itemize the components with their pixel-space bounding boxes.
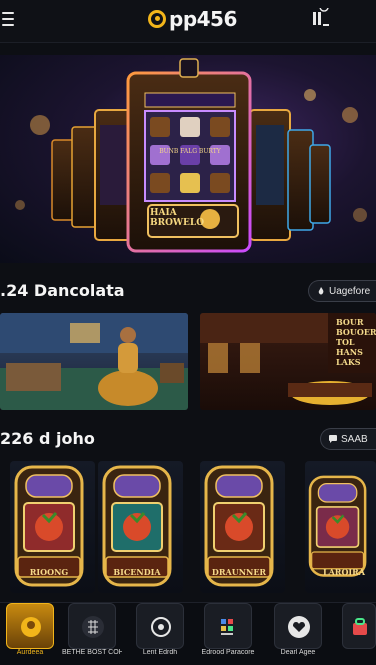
pause-icon[interactable] [310, 8, 332, 30]
bottom-nav-button[interactable] [6, 603, 54, 649]
bottom-nav-item[interactable]: BETHE BOST COHERE [62, 603, 122, 665]
heart-icon [288, 616, 310, 638]
bottom-nav-label: BETHE BOST COHERE [62, 649, 122, 656]
apps-icon [221, 619, 233, 635]
game-card-1[interactable] [0, 313, 188, 410]
logo[interactable]: pp456 [148, 7, 237, 31]
top-bar: pp456 [0, 0, 376, 43]
slot-game-name: BICENDIA [113, 567, 161, 577]
bottom-nav-label: Aurdeea [16, 649, 44, 656]
slot-game-name: DRAUNNER [211, 567, 267, 577]
hamburger-icon[interactable] [2, 12, 14, 26]
bottom-nav-item[interactable] [336, 603, 376, 665]
flame-icon [318, 287, 324, 295]
bottom-nav-label: Dearl Agee [280, 649, 316, 656]
slot-game-name: RIOONG [29, 567, 69, 577]
bag-icon [353, 618, 367, 635]
bottom-nav-button[interactable] [136, 603, 184, 649]
slot-game-name: LAROIRA [322, 567, 366, 577]
bottom-nav-item[interactable]: Lent Edrdh [130, 603, 190, 665]
logo-mark-icon [148, 10, 166, 28]
slot-game-card[interactable]: BICENDIA [98, 461, 183, 593]
bottom-nav-item[interactable]: Edrood Paracore [198, 603, 258, 665]
bottom-nav-item[interactable]: Dearl Agee [268, 603, 328, 665]
hero-banner[interactable]: BUNB FALG BURTY HAIA BROWELO HAIA BROWEL… [0, 55, 376, 263]
section-title-1: .24 Dancolata [0, 281, 125, 300]
section-title-2: 226 d joho [0, 429, 95, 448]
bottom-nav-button[interactable] [204, 603, 252, 649]
slot-game-card[interactable]: RIOONG [10, 461, 95, 593]
section2-action-button[interactable]: SAAB [320, 428, 376, 450]
bottom-nav-button[interactable] [68, 603, 116, 649]
home-gold-icon [21, 617, 41, 637]
game-card-2[interactable]: BOUR BOUOER TOL HANS LAKS [200, 313, 376, 410]
section1-button-label: Uagefore [329, 285, 371, 297]
slot-game-card[interactable]: LAROIRA [305, 461, 376, 593]
section1-action-button[interactable]: Uagefore [308, 280, 376, 302]
bottom-nav-label: Lent Edrdh [142, 649, 178, 656]
game-card-1-image [0, 313, 188, 410]
bottom-navigation: Aurdeea BETHE BOST COHERE Lent Edrdh Edrood… [0, 602, 376, 665]
hero-sign-top: BUNB FALG BURTY [159, 148, 221, 155]
game-card-2-text: BOUR BOUOER TOL HANS LAKS [336, 317, 376, 367]
section2-button-label: SAAB [341, 433, 368, 445]
grid-icon [82, 616, 104, 638]
bottom-nav-button[interactable] [274, 603, 322, 649]
hero-illustration [15, 58, 367, 253]
bottom-nav-label: Edrood Paracore [201, 649, 255, 656]
settings-icon [151, 617, 171, 637]
hero-sign-main-display: HAIA BROWELO [150, 208, 205, 228]
slot-game-card[interactable]: DRAUNNER [200, 461, 285, 593]
chat-icon [329, 435, 337, 443]
bottom-nav-button[interactable] [342, 603, 376, 649]
logo-text: pp456 [169, 7, 237, 31]
bottom-nav-item[interactable]: Aurdeea [0, 603, 60, 665]
